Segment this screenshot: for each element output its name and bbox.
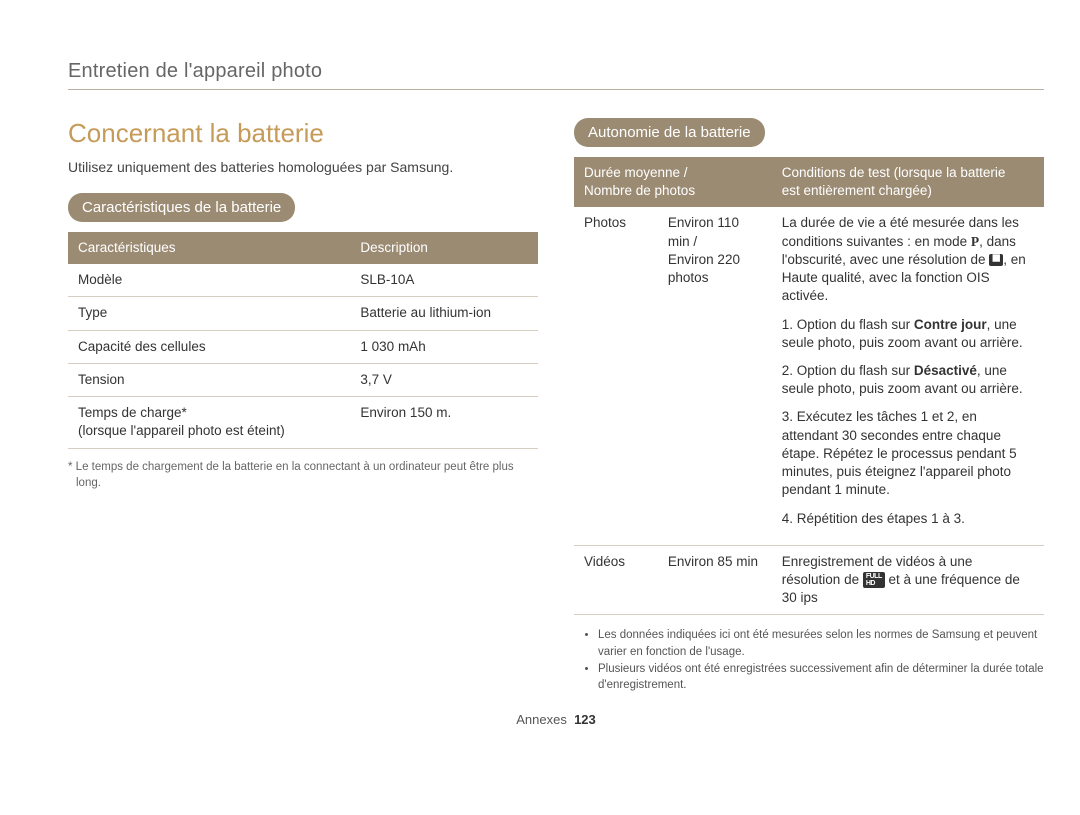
col-conditions: Conditions de test (lorsque la batterie … [772, 157, 1044, 207]
specs-heading: Caractéristiques de la batterie [68, 193, 295, 222]
list-item: 4. Répétition des étapes 1 à 3. [782, 510, 1034, 528]
cond-intro: La durée de vie a été mesurée dans les c… [782, 214, 1034, 305]
spec-key: Capacité des cellules [68, 330, 350, 363]
content-columns: Concernant la batterie Utilisez uniqueme… [68, 118, 1044, 694]
bold-text: Contre jour [914, 317, 987, 332]
spec-val: SLB-10A [350, 264, 538, 297]
row-duration-videos: Environ 85 min [658, 545, 772, 615]
autonomy-notes: Les données indiquées ici ont été mesuré… [574, 627, 1044, 694]
list-item: Les données indiquées ici ont été mesuré… [598, 627, 1044, 660]
col-duration: Durée moyenne / Nombre de photos [574, 157, 772, 207]
autonomy-table: Durée moyenne / Nombre de photos Conditi… [574, 157, 1044, 615]
spec-key: Temps de charge* (lorsque l'appareil pho… [68, 397, 350, 448]
breadcrumb: Entretien de l'appareil photo [68, 60, 1044, 83]
hdr-line: est entièrement chargée) [782, 183, 932, 198]
table-header-row: Caractéristiques Description [68, 232, 538, 264]
resolution-icon: ⯀ [989, 254, 1003, 266]
spec-key: Type [68, 297, 350, 330]
dur-line: Environ 110 min / [668, 215, 739, 248]
col-description: Description [350, 232, 538, 264]
row-label-photos: Photos [574, 207, 658, 545]
spec-key-line1: Temps de charge* [78, 405, 187, 420]
specs-table: Caractéristiques Description Modèle SLB-… [68, 232, 538, 449]
col-caracteristiques: Caractéristiques [68, 232, 350, 264]
list-item: 2. Option du flash sur Désactivé, une se… [782, 362, 1034, 398]
text: 2. Option du flash sur [782, 363, 914, 378]
spec-key-line2: (lorsque l'appareil photo est éteint) [78, 423, 285, 438]
spec-key: Modèle [68, 264, 350, 297]
intro-text: Utilisez uniquement des batteries homolo… [68, 159, 538, 175]
table-row: Photos Environ 110 min / Environ 220 pho… [574, 207, 1044, 545]
text: 1. Option du flash sur [782, 317, 914, 332]
hdr-line: Conditions de test (lorsque la batterie [782, 165, 1006, 180]
table-row: Modèle SLB-10A [68, 264, 538, 297]
list-item: 1. Option du flash sur Contre jour, une … [782, 316, 1034, 352]
list-item: 3. Exécutez les tâches 1 et 2, en attend… [782, 408, 1034, 499]
bold-text: Désactivé [914, 363, 977, 378]
row-conditions-videos: Enregistrement de vidéos à une résolutio… [772, 545, 1044, 615]
spec-val: Environ 150 m. [350, 397, 538, 448]
fullhd-icon: FULLHD [863, 572, 885, 588]
table-header-row: Durée moyenne / Nombre de photos Conditi… [574, 157, 1044, 207]
table-row: Type Batterie au lithium-ion [68, 297, 538, 330]
page-footer: Annexes 123 [68, 712, 1044, 727]
left-column: Concernant la batterie Utilisez uniqueme… [68, 118, 538, 694]
table-row: Capacité des cellules 1 030 mAh [68, 330, 538, 363]
spec-val: 3,7 V [350, 363, 538, 396]
page-title: Concernant la batterie [68, 118, 538, 149]
footer-label: Annexes [516, 712, 567, 727]
spec-key: Tension [68, 363, 350, 396]
list-item: Plusieurs vidéos ont été enregistrées su… [598, 661, 1044, 694]
page-number: 123 [574, 712, 596, 727]
autonomy-heading: Autonomie de la batterie [574, 118, 765, 147]
cond-steps: 1. Option du flash sur Contre jour, une … [782, 316, 1034, 528]
row-duration-photos: Environ 110 min / Environ 220 photos [658, 207, 772, 545]
table-row: Temps de charge* (lorsque l'appareil pho… [68, 397, 538, 448]
table-row: Tension 3,7 V [68, 363, 538, 396]
row-label-videos: Vidéos [574, 545, 658, 615]
specs-footnote: * Le temps de chargement de la batterie … [68, 459, 538, 491]
dur-line: Environ 220 photos [668, 252, 740, 285]
mode-p-icon: P [971, 233, 979, 251]
spec-val: Batterie au lithium-ion [350, 297, 538, 330]
hdr-line: Durée moyenne / [584, 165, 688, 180]
spec-val: 1 030 mAh [350, 330, 538, 363]
row-conditions-photos: La durée de vie a été mesurée dans les c… [772, 207, 1044, 545]
table-row: Vidéos Environ 85 min Enregistrement de … [574, 545, 1044, 615]
divider [68, 89, 1044, 90]
right-column: Autonomie de la batterie Durée moyenne /… [574, 118, 1044, 694]
hdr-line: Nombre de photos [584, 183, 695, 198]
